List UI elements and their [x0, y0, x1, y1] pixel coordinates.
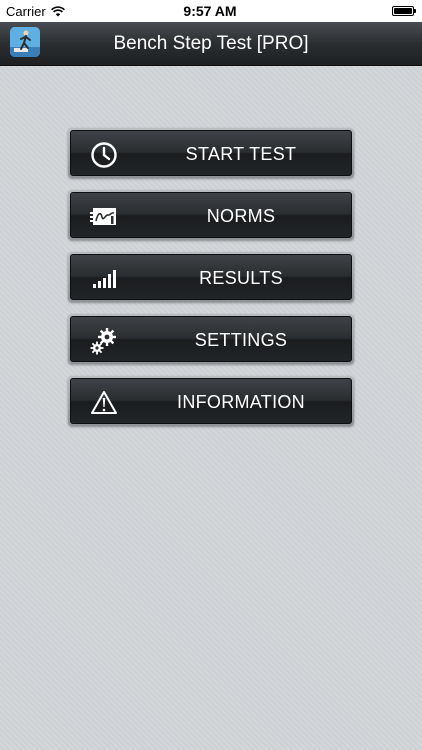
- start-test-label: START TEST: [185, 144, 297, 164]
- information-button[interactable]: INFORMATION: [68, 376, 354, 426]
- warning-triangle-icon: [91, 391, 117, 414]
- chart-card-icon: [90, 208, 116, 225]
- wifi-icon: [50, 5, 65, 16]
- status-left: Carrier: [6, 4, 126, 19]
- results-label: RESULTS: [199, 268, 283, 288]
- carrier-label: Carrier: [6, 3, 46, 19]
- battery-icon: [391, 6, 416, 16]
- signal-bars-icon: [93, 270, 116, 288]
- clock-icon: [91, 142, 117, 168]
- settings-button[interactable]: SETTINGS: [68, 314, 354, 364]
- gears-icon: [90, 328, 116, 355]
- page-title: Bench Step Test [PRO]: [113, 33, 309, 54]
- start-test-button[interactable]: START TEST: [68, 128, 354, 178]
- status-right: [294, 6, 416, 16]
- main-menu: START TEST NORMS RESULTS SETTINGS INFORM…: [68, 128, 354, 438]
- main-content: START TEST NORMS RESULTS SETTINGS INFORM…: [0, 66, 422, 750]
- results-button[interactable]: RESULTS: [68, 252, 354, 302]
- status-time: 9:57 AM: [183, 3, 237, 19]
- status-bar: Carrier 9:57 AM: [0, 0, 422, 22]
- norms-button[interactable]: NORMS: [68, 190, 354, 240]
- information-label: INFORMATION: [177, 392, 305, 412]
- nav-bar: Bench Step Test [PRO]: [0, 22, 422, 66]
- settings-label: SETTINGS: [194, 330, 288, 350]
- norms-label: NORMS: [206, 206, 276, 226]
